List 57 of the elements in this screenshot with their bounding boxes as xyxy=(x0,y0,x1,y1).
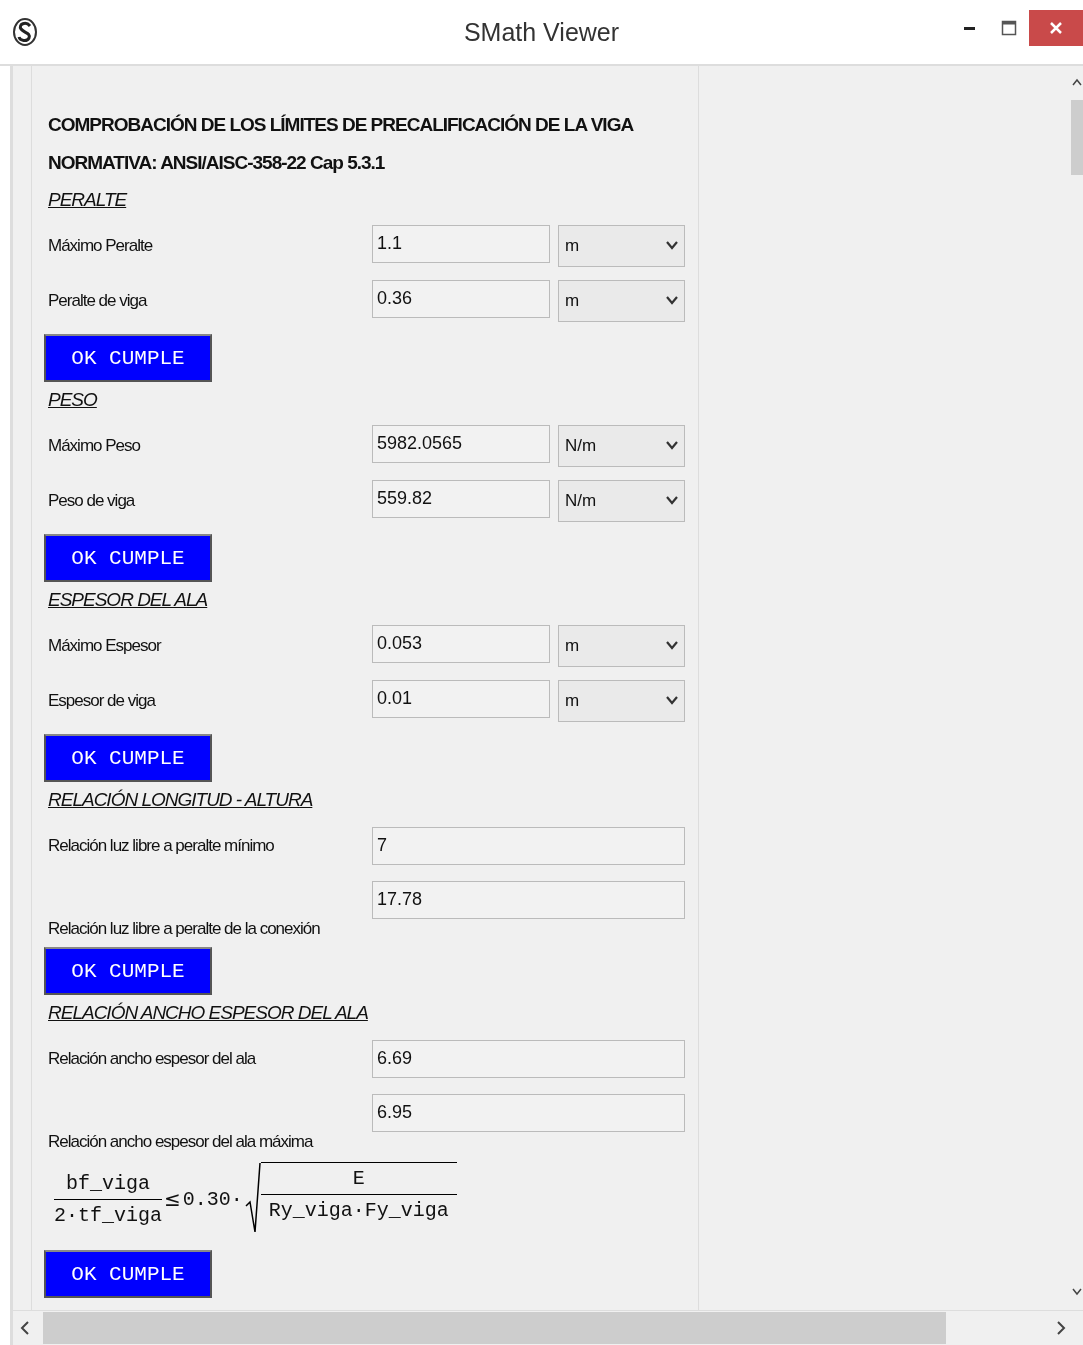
section-title: PESO xyxy=(48,389,97,411)
section-title: RELACIÓN ANCHO ESPESOR DEL ALA xyxy=(48,1002,368,1024)
maximize-icon xyxy=(1001,20,1017,36)
status-button[interactable]: OK CUMPLE xyxy=(44,947,212,995)
section-title: PERALTE xyxy=(48,189,127,211)
scroll-thumb[interactable] xyxy=(1070,100,1083,175)
sheet-heading: COMPROBACIÓN DE LOS LÍMITES DE PRECALIFICACIÓN DE LA VIGA xyxy=(48,113,634,137)
sheet-heading: NORMATIVA: ANSI/AISC-358-22 Cap 5.3.1 xyxy=(48,151,385,175)
value-field[interactable]: 0.01 xyxy=(372,679,550,718)
unit-dropdown[interactable]: m xyxy=(558,224,685,267)
app-logo-icon xyxy=(12,17,38,47)
value-field[interactable]: 6.95 xyxy=(372,1094,685,1132)
status-button[interactable]: OK CUMPLE xyxy=(44,334,212,382)
section-title: ESPESOR DEL ALA xyxy=(48,589,208,611)
unit-dropdown[interactable]: m xyxy=(558,624,685,667)
status-button[interactable]: OK CUMPLE xyxy=(44,734,212,782)
value-field[interactable]: 6.69 xyxy=(372,1039,685,1078)
horizontal-scrollbar[interactable] xyxy=(13,1310,1083,1345)
value-field[interactable]: 1.1 xyxy=(372,224,550,263)
unit-dropdown[interactable]: m xyxy=(558,679,685,722)
status-button[interactable]: OK CUMPLE xyxy=(44,1250,212,1298)
value-field[interactable]: 7 xyxy=(372,826,685,865)
value-field[interactable]: 0.053 xyxy=(372,624,550,663)
scroll-thumb[interactable] xyxy=(43,1312,946,1344)
field-label: Peso de viga xyxy=(48,490,136,511)
scroll-up-icon[interactable] xyxy=(1071,78,1082,86)
value-field[interactable]: 5982.0565 xyxy=(372,424,550,463)
field-label: Espesor de viga xyxy=(48,690,157,711)
close-icon xyxy=(1048,20,1064,36)
status-button[interactable]: OK CUMPLE xyxy=(44,534,212,582)
field-label: Relación ancho espesor del ala xyxy=(48,1048,257,1069)
close-button[interactable] xyxy=(1029,10,1083,46)
chevron-down-icon xyxy=(666,441,678,450)
minimize-icon xyxy=(963,26,975,30)
unit-dropdown[interactable]: m xyxy=(558,279,685,322)
chevron-down-icon xyxy=(666,496,678,505)
field-label: Relación luz libre a peralte mínimo xyxy=(48,835,275,856)
field-label: Relación ancho espesor del ala máxima xyxy=(48,1132,314,1152)
chevron-down-icon xyxy=(666,641,678,650)
chevron-down-icon xyxy=(666,696,678,705)
unit-dropdown[interactable]: N/m xyxy=(558,479,685,522)
field-label: Máximo Peralte xyxy=(48,235,154,256)
scroll-right-icon[interactable] xyxy=(1055,1320,1067,1336)
value-field[interactable]: 559.82 xyxy=(372,479,550,518)
field-label: Máximo Peso xyxy=(48,435,142,456)
chevron-down-icon xyxy=(666,241,678,250)
unit-dropdown[interactable]: N/m xyxy=(558,424,685,467)
value-field[interactable]: 0.36 xyxy=(372,279,550,318)
window-title: SMath Viewer xyxy=(463,17,620,47)
section-title: RELACIÓN LONGITUD - ALTURA xyxy=(48,789,313,811)
field-label: Relación luz libre a peralte de la conexión xyxy=(48,919,321,939)
value-field[interactable]: 17.78 xyxy=(372,881,685,919)
scroll-down-icon[interactable] xyxy=(1071,1288,1082,1296)
chevron-down-icon xyxy=(666,296,678,305)
field-label: Peralte de viga xyxy=(48,290,148,311)
field-label: Máximo Espesor xyxy=(48,635,163,656)
scroll-left-icon[interactable] xyxy=(19,1320,31,1336)
